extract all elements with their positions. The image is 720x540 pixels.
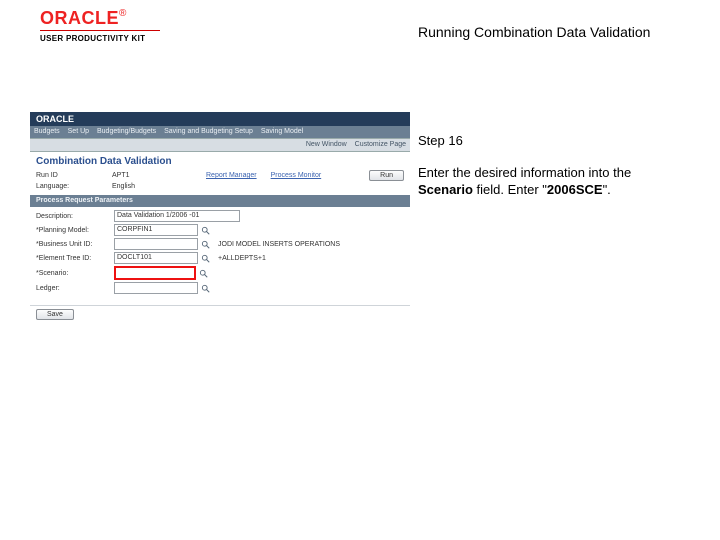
app-breadcrumb-bar: Budgets Set Up Budgeting/Budgets Saving … [30, 126, 410, 138]
document-title: Running Combination Data Validation [418, 24, 650, 40]
run-id-value: APT1 [112, 172, 192, 179]
parameters-panel-header: Process Request Parameters [30, 195, 410, 207]
step-label: Step 16 [418, 132, 678, 150]
language-label: Language: [36, 183, 112, 190]
planning-model-label: *Planning Model: [36, 227, 114, 234]
breadcrumb-item[interactable]: Saving Model [261, 128, 303, 135]
upk-logo-block: ORACLE® [40, 8, 126, 29]
element-tree-desc: +ALLDEPTS+1 [218, 255, 266, 262]
element-tree-input[interactable]: DOCLT101 [114, 252, 198, 264]
breadcrumb-item[interactable]: Set Up [68, 128, 89, 135]
element-tree-label: *Element Tree ID: [36, 255, 114, 262]
instruction-text: Enter the desired information into the S… [418, 164, 678, 199]
report-manager-link[interactable]: Report Manager [206, 172, 257, 179]
run-control-row: Run ID APT1 Report Manager Process Monit… [30, 169, 410, 182]
app-titlebar: ORACLE [30, 112, 410, 126]
scenario-label: *Scenario: [36, 270, 114, 277]
lookup-icon[interactable] [199, 269, 208, 278]
oracle-logo-text: ORACLE [40, 8, 119, 28]
breadcrumb-item[interactable]: Budgeting/Budgets [97, 128, 156, 135]
lookup-icon[interactable] [201, 254, 210, 263]
scenario-input[interactable] [114, 266, 196, 280]
business-unit-input[interactable] [114, 238, 198, 250]
ledger-label: Ledger: [36, 285, 114, 292]
instruction-field-name: Scenario [418, 182, 473, 197]
lookup-icon[interactable] [201, 284, 210, 293]
customize-page-link[interactable]: Customize Page [355, 141, 406, 148]
lookup-icon[interactable] [201, 240, 210, 249]
run-id-label: Run ID [36, 172, 112, 179]
lookup-icon[interactable] [201, 226, 210, 235]
app-footer: Save [30, 305, 410, 323]
process-monitor-link[interactable]: Process Monitor [271, 172, 322, 179]
save-button[interactable]: Save [36, 309, 74, 320]
parameters-form: Description: Data Validation 1/2006 -01 … [30, 207, 410, 301]
app-utility-bar: New Window Customize Page [30, 138, 410, 152]
app-brand: ORACLE [30, 112, 80, 126]
new-window-link[interactable]: New Window [306, 141, 347, 148]
page-title: Combination Data Validation [30, 152, 410, 169]
upk-subbrand: USER PRODUCTIVITY KIT [40, 34, 145, 43]
run-button[interactable]: Run [369, 170, 404, 181]
ledger-input[interactable] [114, 282, 198, 294]
instruction-panel: Step 16 Enter the desired information in… [418, 132, 678, 199]
description-input[interactable]: Data Validation 1/2006 -01 [114, 210, 240, 222]
language-value: English [112, 183, 192, 190]
app-frame: ORACLE Budgets Set Up Budgeting/Budgets … [30, 112, 410, 323]
breadcrumb-item[interactable]: Budgets [34, 128, 60, 135]
description-label: Description: [36, 213, 114, 220]
breadcrumb-item[interactable]: Saving and Budgeting Setup [164, 128, 253, 135]
oracle-logo-dot: ® [119, 8, 126, 19]
language-row: Language: English [30, 182, 410, 191]
business-unit-desc: JODI MODEL INSERTS OPERATIONS [218, 241, 340, 248]
instruction-value: 2006SCE [547, 182, 603, 197]
planning-model-input[interactable]: CORPFIN1 [114, 224, 198, 236]
business-unit-label: *Business Unit ID: [36, 241, 114, 248]
logo-rule [40, 30, 160, 31]
